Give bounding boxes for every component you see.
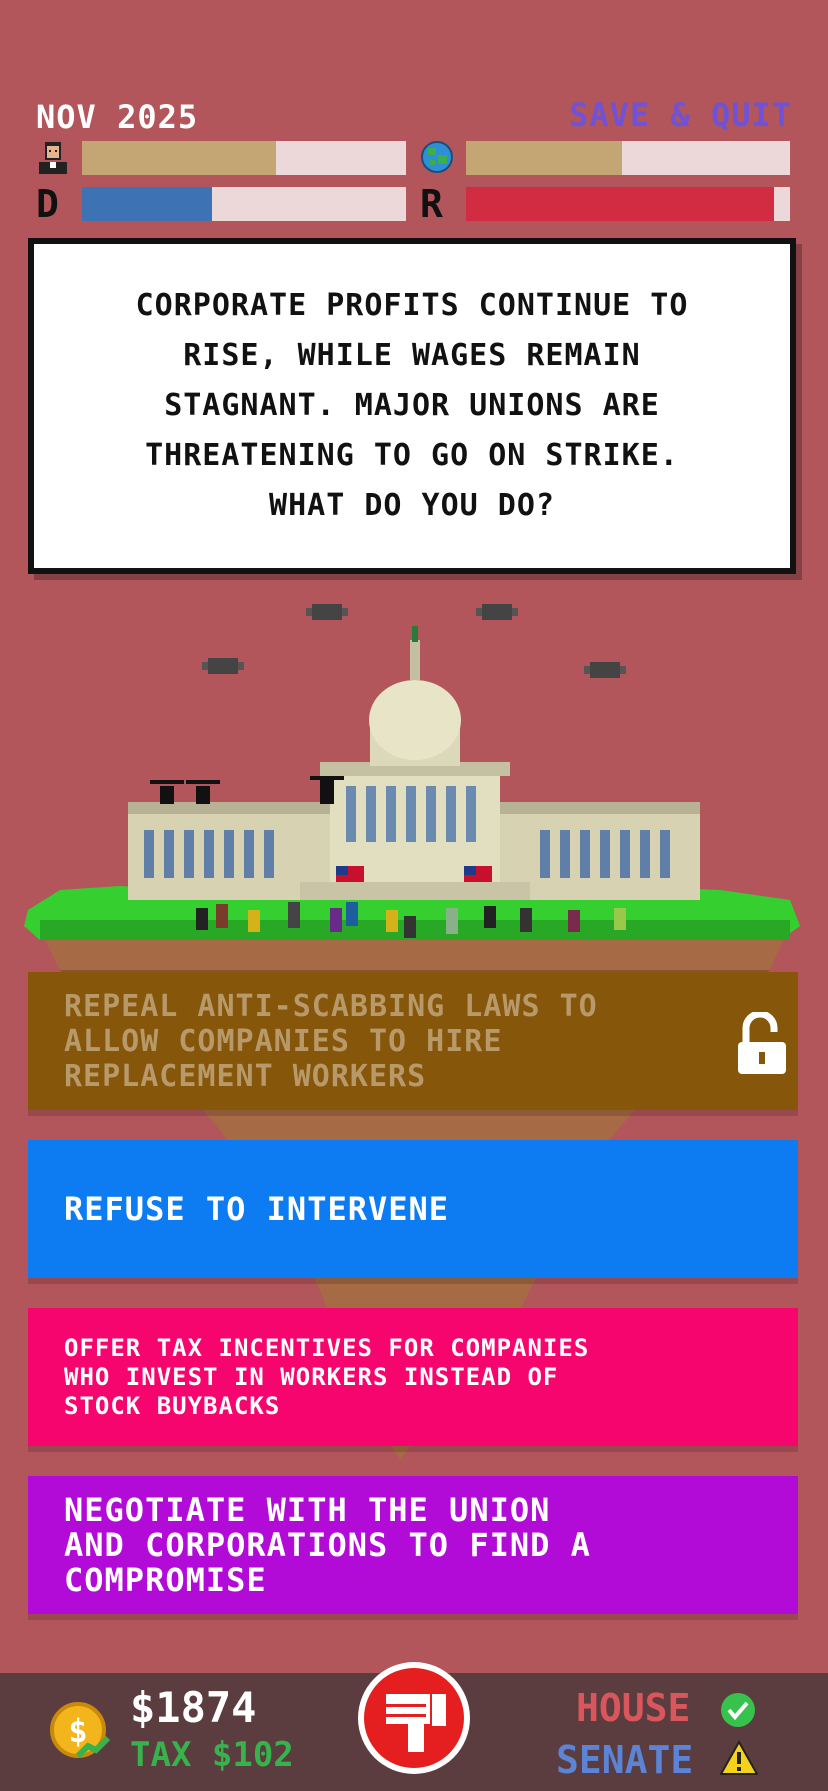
money-balance: $1874: [130, 1683, 257, 1732]
choice-offer-tax-incentives[interactable]: OFFER TAX INCENTIVES FOR COMPANIES WHO I…: [28, 1308, 798, 1446]
house-status-label: HOUSE: [576, 1686, 691, 1730]
choice-refuse-to-intervene-label: REFUSE TO INTERVENE: [64, 1190, 450, 1228]
game-date: NOV 2025: [36, 98, 199, 136]
warning-icon: [720, 1740, 758, 1775]
choice-repeal-anti-scabbing-label: REPEAL ANTI-SCABBING LAWS TO ALLOW COMPA…: [64, 988, 598, 1094]
choice-refuse-to-intervene[interactable]: REFUSE TO INTERVENE: [28, 1140, 798, 1278]
democrats-meter: [82, 187, 406, 221]
senate-status-label: SENATE: [556, 1738, 694, 1782]
save-quit-button[interactable]: SAVE & QUIT: [569, 96, 792, 134]
tax-amount: TAX $102: [130, 1735, 294, 1775]
approval-meter: [82, 141, 406, 175]
svg-text:$: $: [68, 1712, 87, 1750]
thumbs-down-button[interactable]: [356, 1660, 472, 1776]
globe-icon: [421, 141, 453, 173]
choice-negotiate-compromise[interactable]: NEGOTIATE WITH THE UNION AND CORPORATION…: [28, 1476, 798, 1614]
check-icon: [721, 1693, 755, 1727]
event-question-box: CORPORATE PROFITS CONTINUE TO RISE, WHIL…: [28, 238, 796, 574]
democrats-label: D: [36, 182, 59, 226]
republicans-meter: [466, 187, 790, 221]
choice-negotiate-compromise-label: NEGOTIATE WITH THE UNION AND CORPORATION…: [64, 1490, 591, 1599]
event-question-text: CORPORATE PROFITS CONTINUE TO RISE, WHIL…: [135, 288, 689, 523]
unlocked-padlock-icon: [738, 1012, 786, 1074]
coin-icon: $: [50, 1702, 111, 1759]
choice-offer-tax-incentives-label: OFFER TAX INCENTIVES FOR COMPANIES WHO I…: [64, 1333, 590, 1420]
choice-repeal-anti-scabbing[interactable]: REPEAL ANTI-SCABBING LAWS TO ALLOW COMPA…: [28, 972, 798, 1110]
voter-face-icon: [39, 142, 67, 174]
republicans-label: R: [420, 182, 443, 226]
world-meter: [466, 141, 790, 175]
